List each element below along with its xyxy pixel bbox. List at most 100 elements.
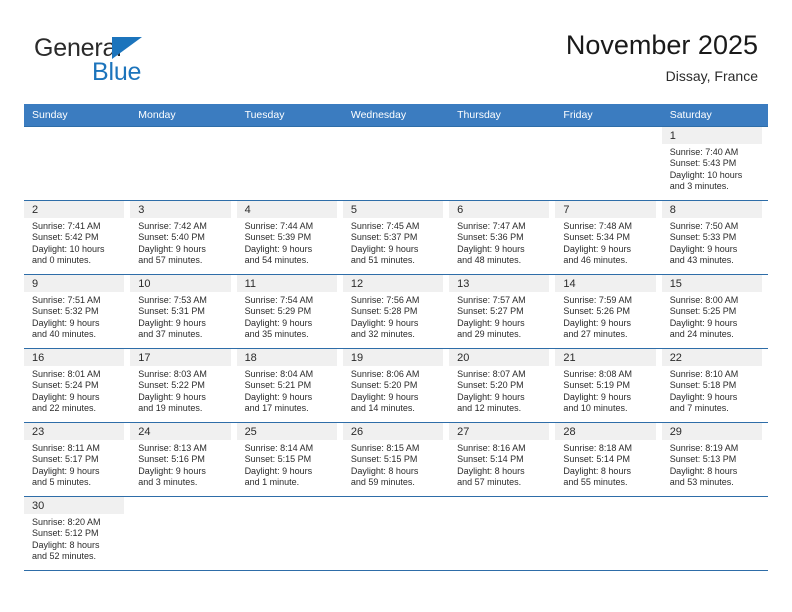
weekday-header-wednesday: Wednesday bbox=[342, 104, 450, 127]
sunset-time: Sunset: 5:14 PM bbox=[563, 454, 630, 465]
day-cell-12[interactable]: 12 Sunrise: 7:56 AM Sunset: 5:28 PM Dayligh… bbox=[342, 275, 449, 348]
calendar-day-cell: 17 Sunrise: 8:03 AM Sunset: 5:22 PM Dayligh… bbox=[130, 348, 237, 423]
sun-times: Sunrise: 8:16 AM Sunset: 5:14 PM Daylight:… bbox=[449, 440, 555, 489]
sunrise-time: Sunrise: 8:13 AM bbox=[138, 443, 207, 453]
calendar-day-cell: 21 Sunrise: 8:08 AM Sunset: 5:19 PM Dayligh… bbox=[555, 348, 662, 423]
daylight-duration-line1: Daylight: 9 hours bbox=[138, 465, 206, 476]
calendar-page: General Blue November 2025 Dissay, Franc… bbox=[0, 0, 792, 612]
calendar-day-cell: 13 Sunrise: 7:57 AM Sunset: 5:27 PM Dayligh… bbox=[449, 274, 556, 349]
calendar-day-cell: 10 Sunrise: 7:53 AM Sunset: 5:31 PM Dayligh… bbox=[130, 274, 237, 349]
day-cell-5[interactable]: 5 Sunrise: 7:45 AM Sunset: 5:37 PM Daylight… bbox=[342, 201, 449, 274]
daylight-duration-line2: and 7 minutes. bbox=[669, 403, 729, 414]
sun-times: Sunrise: 8:07 AM Sunset: 5:20 PM Daylight:… bbox=[449, 366, 555, 415]
day-cell-20[interactable]: 20 Sunrise: 8:07 AM Sunset: 5:20 PM Dayligh… bbox=[449, 349, 555, 422]
day-number: 27 bbox=[449, 423, 550, 440]
calendar-day-cell: 15 Sunrise: 8:00 AM Sunset: 5:25 PM Dayligh… bbox=[661, 274, 768, 349]
sun-times: Sunrise: 8:06 AM Sunset: 5:20 PM Daylight:… bbox=[343, 366, 449, 415]
sunrise-time: Sunrise: 8:03 AM bbox=[138, 369, 207, 379]
day-cell-4[interactable]: 4 Sunrise: 7:44 AM Sunset: 5:39 PM Daylight… bbox=[236, 201, 343, 274]
sun-times: Sunrise: 8:14 AM Sunset: 5:15 PM Daylight:… bbox=[237, 440, 343, 489]
day-cell-30[interactable]: 30 Sunrise: 8:20 AM Sunset: 5:12 PM Dayligh… bbox=[24, 497, 130, 570]
day-cell-1[interactable]: 1 Sunrise: 7:40 AM Sunset: 5:43 PM Daylight… bbox=[661, 127, 768, 200]
day-cell-15[interactable]: 15 Sunrise: 8:00 AM Sunset: 5:25 PM Dayligh… bbox=[661, 275, 768, 348]
daylight-duration-line1: Daylight: 9 hours bbox=[457, 391, 525, 402]
day-number: 20 bbox=[449, 349, 550, 366]
day-cell-23[interactable]: 23 Sunrise: 8:11 AM Sunset: 5:17 PM Dayligh… bbox=[24, 423, 130, 496]
daylight-duration-line1: Daylight: 9 hours bbox=[350, 243, 419, 254]
day-number: 11 bbox=[236, 275, 337, 292]
day-cell-21[interactable]: 21 Sunrise: 8:08 AM Sunset: 5:19 PM Dayligh… bbox=[555, 349, 661, 422]
calendar-day-cell: 11 Sunrise: 7:54 AM Sunset: 5:29 PM Dayligh… bbox=[236, 274, 343, 349]
day-number: 7 bbox=[555, 201, 656, 218]
day-number: 30 bbox=[24, 497, 125, 514]
day-cell-6[interactable]: 6 Sunrise: 7:47 AM Sunset: 5:36 PM Daylight… bbox=[449, 201, 555, 274]
sunrise-time: Sunrise: 7:51 AM bbox=[32, 295, 101, 305]
sunrise-time: Sunrise: 7:59 AM bbox=[563, 295, 632, 305]
empty-day-cell bbox=[343, 127, 449, 200]
general-blue-logo[interactable]: General Blue bbox=[34, 34, 234, 90]
empty-day-cell bbox=[130, 497, 236, 570]
day-cell-22[interactable]: 22 Sunrise: 8:10 AM Sunset: 5:18 PM Dayligh… bbox=[661, 349, 768, 422]
sunset-time: Sunset: 5:34 PM bbox=[563, 232, 630, 243]
logo-triangle-icon bbox=[112, 37, 142, 59]
day-cell-13[interactable]: 13 Sunrise: 7:57 AM Sunset: 5:27 PM Dayligh… bbox=[449, 275, 555, 348]
sunset-time: Sunset: 5:29 PM bbox=[244, 306, 312, 317]
daylight-duration-line1: Daylight: 9 hours bbox=[350, 391, 419, 402]
daylight-duration-line2: and 12 minutes. bbox=[457, 403, 522, 414]
sunrise-time: Sunrise: 8:00 AM bbox=[669, 295, 739, 305]
day-cell-9[interactable]: 9 Sunrise: 7:51 AM Sunset: 5:32 PM Daylight… bbox=[24, 275, 130, 348]
sun-times: Sunrise: 8:19 AM Sunset: 5:13 PM Daylight:… bbox=[662, 440, 768, 489]
sun-times: Sunrise: 7:48 AM Sunset: 5:34 PM Daylight:… bbox=[555, 218, 661, 267]
day-cell-10[interactable]: 10 Sunrise: 7:53 AM Sunset: 5:31 PM Dayligh… bbox=[130, 275, 236, 348]
calendar-day-cell: 9 Sunrise: 7:51 AM Sunset: 5:32 PM Daylight… bbox=[24, 274, 131, 349]
sun-times: Sunrise: 7:56 AM Sunset: 5:28 PM Daylight:… bbox=[343, 292, 449, 341]
sunset-time: Sunset: 5:37 PM bbox=[350, 232, 418, 243]
day-cell-28[interactable]: 28 Sunrise: 8:18 AM Sunset: 5:14 PM Dayligh… bbox=[555, 423, 661, 496]
day-number bbox=[24, 127, 124, 144]
day-number: 8 bbox=[661, 201, 762, 218]
calendar-day-cell: 8 Sunrise: 7:50 AM Sunset: 5:33 PM Daylight… bbox=[661, 200, 768, 275]
day-cell-16[interactable]: 16 Sunrise: 8:01 AM Sunset: 5:24 PM Dayligh… bbox=[24, 349, 130, 422]
day-cell-14[interactable]: 14 Sunrise: 7:59 AM Sunset: 5:26 PM Dayligh… bbox=[555, 275, 661, 348]
day-cell-29[interactable]: 29 Sunrise: 8:19 AM Sunset: 5:13 PM Dayligh… bbox=[661, 423, 768, 496]
daylight-duration-line1: Daylight: 8 hours bbox=[563, 465, 631, 476]
day-number bbox=[237, 497, 337, 514]
day-cell-11[interactable]: 11 Sunrise: 7:54 AM Sunset: 5:29 PM Dayligh… bbox=[236, 275, 343, 348]
daylight-duration-line2: and 59 minutes. bbox=[350, 477, 415, 488]
day-number: 15 bbox=[661, 275, 762, 292]
sun-times: Sunrise: 8:10 AM Sunset: 5:18 PM Daylight:… bbox=[662, 366, 768, 415]
empty-day-cell bbox=[24, 127, 130, 200]
calendar-day-cell bbox=[661, 496, 768, 571]
day-cell-8[interactable]: 8 Sunrise: 7:50 AM Sunset: 5:33 PM Daylight… bbox=[661, 201, 768, 274]
day-number: 25 bbox=[236, 423, 337, 440]
daylight-duration-line1: Daylight: 9 hours bbox=[563, 391, 631, 402]
day-cell-2[interactable]: 2 Sunrise: 7:41 AM Sunset: 5:42 PM Daylight… bbox=[24, 201, 130, 274]
day-cell-17[interactable]: 17 Sunrise: 8:03 AM Sunset: 5:22 PM Dayligh… bbox=[130, 349, 236, 422]
sunset-time: Sunset: 5:22 PM bbox=[138, 380, 205, 391]
day-cell-27[interactable]: 27 Sunrise: 8:16 AM Sunset: 5:14 PM Dayligh… bbox=[449, 423, 555, 496]
day-cell-25[interactable]: 25 Sunrise: 8:14 AM Sunset: 5:15 PM Dayligh… bbox=[236, 423, 343, 496]
sunset-time: Sunset: 5:32 PM bbox=[32, 306, 99, 317]
daylight-duration-line2: and 51 minutes. bbox=[350, 255, 415, 266]
calendar-day-cell: 25 Sunrise: 8:14 AM Sunset: 5:15 PM Dayligh… bbox=[236, 422, 343, 497]
sunrise-time: Sunrise: 8:06 AM bbox=[350, 369, 420, 379]
day-cell-3[interactable]: 3 Sunrise: 7:42 AM Sunset: 5:40 PM Daylight… bbox=[130, 201, 236, 274]
day-cell-19[interactable]: 19 Sunrise: 8:06 AM Sunset: 5:20 PM Dayligh… bbox=[342, 349, 449, 422]
day-cell-26[interactable]: 26 Sunrise: 8:15 AM Sunset: 5:15 PM Dayligh… bbox=[342, 423, 449, 496]
day-cell-24[interactable]: 24 Sunrise: 8:13 AM Sunset: 5:16 PM Dayligh… bbox=[130, 423, 236, 496]
sun-times: Sunrise: 7:51 AM Sunset: 5:32 PM Daylight:… bbox=[24, 292, 130, 341]
sunrise-time: Sunrise: 8:01 AM bbox=[32, 369, 101, 379]
sunrise-time: Sunrise: 8:07 AM bbox=[457, 369, 526, 379]
sunrise-time: Sunrise: 8:18 AM bbox=[563, 443, 632, 453]
day-number: 19 bbox=[342, 349, 444, 366]
sun-times: Sunrise: 7:59 AM Sunset: 5:26 PM Daylight:… bbox=[555, 292, 661, 341]
sunrise-time: Sunrise: 8:08 AM bbox=[563, 369, 632, 379]
calendar-week-row: 2 Sunrise: 7:41 AM Sunset: 5:42 PM Daylight… bbox=[24, 200, 768, 275]
day-cell-18[interactable]: 18 Sunrise: 8:04 AM Sunset: 5:21 PM Dayligh… bbox=[236, 349, 343, 422]
daylight-duration-line1: Daylight: 9 hours bbox=[138, 317, 206, 328]
day-cell-7[interactable]: 7 Sunrise: 7:48 AM Sunset: 5:34 PM Daylight… bbox=[555, 201, 661, 274]
weekday-header-thursday: Thursday bbox=[449, 104, 556, 127]
sun-times: Sunrise: 7:50 AM Sunset: 5:33 PM Daylight:… bbox=[662, 218, 768, 267]
sunrise-time: Sunrise: 8:14 AM bbox=[244, 443, 314, 453]
day-number: 1 bbox=[661, 127, 762, 144]
